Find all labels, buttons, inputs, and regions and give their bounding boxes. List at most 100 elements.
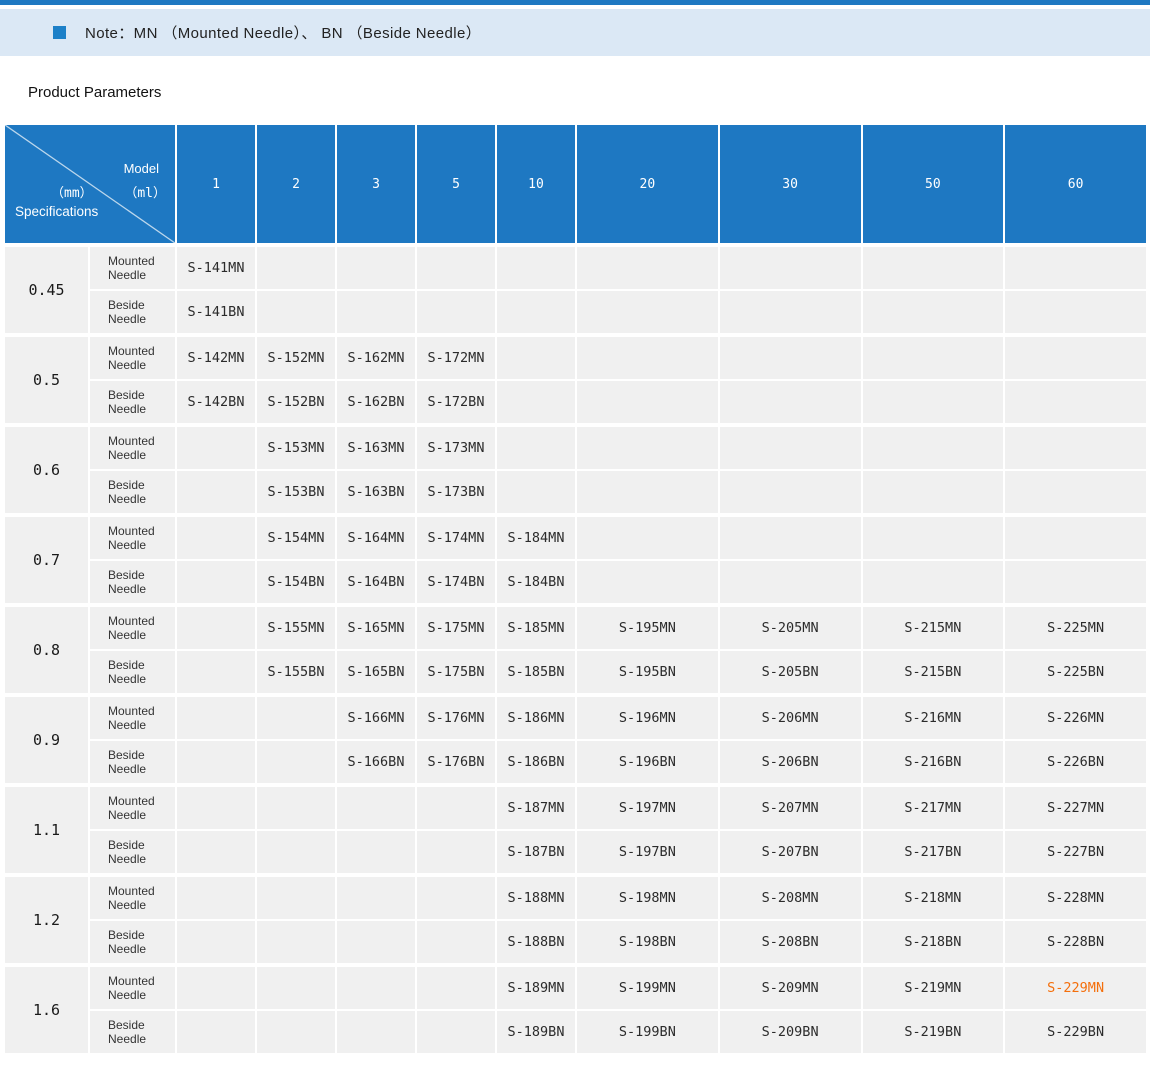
model-cell[interactable]: S-225BN (1005, 651, 1146, 693)
empty-cell (257, 247, 335, 289)
model-cell[interactable]: S-174BN (417, 561, 495, 603)
model-cell[interactable]: S-215BN (863, 651, 1004, 693)
model-cell[interactable]: S-207MN (720, 787, 861, 829)
model-cell[interactable]: S-226MN (1005, 697, 1146, 739)
model-cell[interactable]: S-187MN (497, 787, 575, 829)
model-cell[interactable]: S-184BN (497, 561, 575, 603)
model-cell[interactable]: S-164MN (337, 517, 415, 559)
model-cell[interactable]: S-206BN (720, 741, 861, 783)
model-cell[interactable]: S-209MN (720, 967, 861, 1009)
model-cell[interactable]: S-219MN (863, 967, 1004, 1009)
model-cell[interactable]: S-186BN (497, 741, 575, 783)
model-cell[interactable]: S-196BN (577, 741, 718, 783)
model-cell[interactable]: S-165BN (337, 651, 415, 693)
model-cell[interactable]: S-227BN (1005, 831, 1146, 873)
model-cell[interactable]: S-215MN (863, 607, 1004, 649)
model-cell[interactable]: S-195MN (577, 607, 718, 649)
needle-type-label: Beside Needle (90, 1011, 175, 1053)
model-cell[interactable]: S-175BN (417, 651, 495, 693)
model-cell[interactable]: S-208BN (720, 921, 861, 963)
model-cell[interactable]: S-226BN (1005, 741, 1146, 783)
model-cell[interactable]: S-208MN (720, 877, 861, 919)
empty-cell (863, 471, 1004, 513)
model-cell[interactable]: S-218BN (863, 921, 1004, 963)
model-cell[interactable]: S-173MN (417, 427, 495, 469)
empty-cell (577, 247, 718, 289)
model-cell[interactable]: S-155BN (257, 651, 335, 693)
model-cell[interactable]: S-153MN (257, 427, 335, 469)
model-cell[interactable]: S-153BN (257, 471, 335, 513)
model-cell[interactable]: S-209BN (720, 1011, 861, 1053)
model-cell[interactable]: S-185MN (497, 607, 575, 649)
empty-cell (177, 921, 255, 963)
model-cell[interactable]: S-195BN (577, 651, 718, 693)
column-header: 30 (720, 125, 861, 243)
empty-cell (863, 291, 1004, 333)
model-cell[interactable]: S-217MN (863, 787, 1004, 829)
model-cell[interactable]: S-216MN (863, 697, 1004, 739)
column-header: 10 (497, 125, 575, 243)
needle-type-label: Beside Needle (90, 741, 175, 783)
model-cell[interactable]: S-196MN (577, 697, 718, 739)
model-cell[interactable]: S-172MN (417, 337, 495, 379)
empty-cell (177, 607, 255, 649)
model-cell[interactable]: S-173BN (417, 471, 495, 513)
model-cell[interactable]: S-197MN (577, 787, 718, 829)
model-cell[interactable]: S-176BN (417, 741, 495, 783)
model-cell[interactable]: S-152MN (257, 337, 335, 379)
model-cell[interactable]: S-154BN (257, 561, 335, 603)
model-cell[interactable]: S-162BN (337, 381, 415, 423)
model-cell[interactable]: S-227MN (1005, 787, 1146, 829)
model-cell[interactable]: S-152BN (257, 381, 335, 423)
model-cell[interactable]: S-141BN (177, 291, 255, 333)
model-cell[interactable]: S-207BN (720, 831, 861, 873)
model-cell[interactable]: S-188BN (497, 921, 575, 963)
needle-type-text: Mounted Needle (108, 614, 166, 643)
model-cell[interactable]: S-154MN (257, 517, 335, 559)
model-cell[interactable]: S-162MN (337, 337, 415, 379)
needle-type-text: Mounted Needle (108, 884, 166, 913)
model-cell[interactable]: S-199MN (577, 967, 718, 1009)
model-cell[interactable]: S-165MN (337, 607, 415, 649)
model-cell[interactable]: S-219BN (863, 1011, 1004, 1053)
empty-cell (257, 921, 335, 963)
model-cell[interactable]: S-186MN (497, 697, 575, 739)
model-cell[interactable]: S-141MN (177, 247, 255, 289)
model-cell[interactable]: S-205MN (720, 607, 861, 649)
model-cell[interactable]: S-166MN (337, 697, 415, 739)
model-cell-highlighted[interactable]: S-229MN (1005, 967, 1146, 1009)
model-cell[interactable]: S-155MN (257, 607, 335, 649)
model-cell[interactable]: S-228MN (1005, 877, 1146, 919)
table-body: 0.45Mounted NeedleS-141MNBeside NeedleS-… (5, 247, 1146, 1053)
model-cell[interactable]: S-189MN (497, 967, 575, 1009)
model-cell[interactable]: S-163BN (337, 471, 415, 513)
model-cell[interactable]: S-163MN (337, 427, 415, 469)
needle-type-text: Mounted Needle (108, 974, 166, 1003)
model-cell[interactable]: S-199BN (577, 1011, 718, 1053)
model-cell[interactable]: S-187BN (497, 831, 575, 873)
model-cell[interactable]: S-142MN (177, 337, 255, 379)
model-cell[interactable]: S-184MN (497, 517, 575, 559)
model-cell[interactable]: S-216BN (863, 741, 1004, 783)
model-cell[interactable]: S-217BN (863, 831, 1004, 873)
model-cell[interactable]: S-185BN (497, 651, 575, 693)
model-cell[interactable]: S-172BN (417, 381, 495, 423)
model-cell[interactable]: S-142BN (177, 381, 255, 423)
model-cell[interactable]: S-166BN (337, 741, 415, 783)
model-cell[interactable]: S-205BN (720, 651, 861, 693)
model-cell[interactable]: S-189BN (497, 1011, 575, 1053)
model-cell[interactable]: S-218MN (863, 877, 1004, 919)
model-cell[interactable]: S-197BN (577, 831, 718, 873)
model-cell[interactable]: S-198MN (577, 877, 718, 919)
model-cell[interactable]: S-228BN (1005, 921, 1146, 963)
model-cell[interactable]: S-164BN (337, 561, 415, 603)
needle-type-label: Mounted Needle (90, 517, 175, 559)
model-cell[interactable]: S-206MN (720, 697, 861, 739)
model-cell[interactable]: S-188MN (497, 877, 575, 919)
model-cell[interactable]: S-174MN (417, 517, 495, 559)
model-cell[interactable]: S-225MN (1005, 607, 1146, 649)
model-cell[interactable]: S-198BN (577, 921, 718, 963)
model-cell[interactable]: S-229BN (1005, 1011, 1146, 1053)
model-cell[interactable]: S-176MN (417, 697, 495, 739)
model-cell[interactable]: S-175MN (417, 607, 495, 649)
